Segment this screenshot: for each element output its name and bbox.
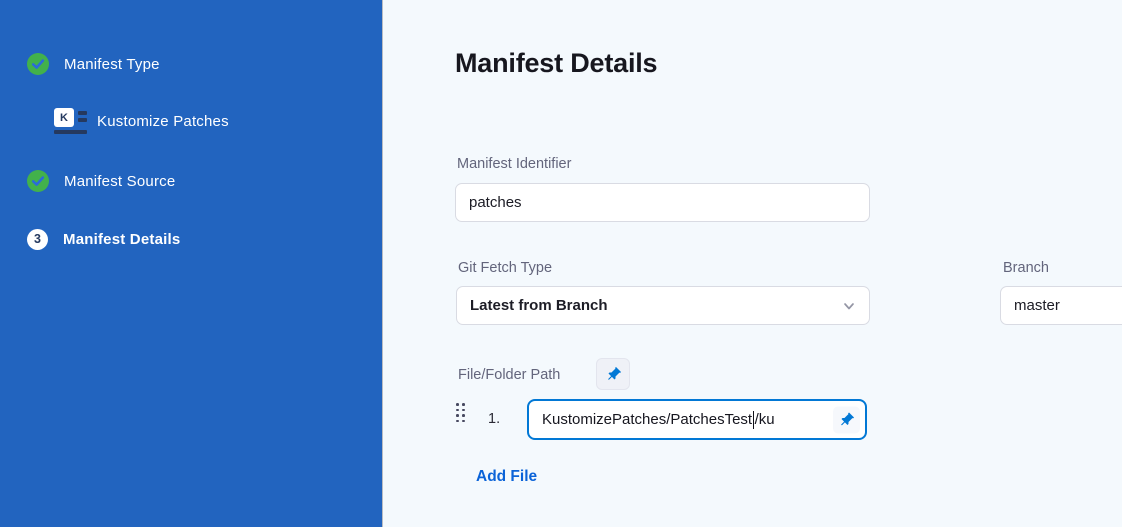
add-file-button[interactable]: Add File	[476, 468, 537, 486]
sidebar-step-manifest-details[interactable]: 3 Manifest Details	[27, 226, 180, 252]
drag-handle-icon[interactable]	[456, 403, 466, 426]
file-path-value-after-caret: /ku	[755, 411, 775, 428]
chevron-down-icon	[842, 299, 856, 313]
check-icon	[27, 53, 49, 75]
runtime-input-pin-button[interactable]	[596, 358, 630, 390]
step-label: Manifest Details	[63, 231, 180, 248]
sidebar-step-manifest-source[interactable]: Manifest Source	[27, 168, 175, 194]
git-fetch-type-value: Latest from Branch	[470, 297, 608, 314]
step-label: Manifest Type	[64, 56, 160, 73]
path-row-index: 1.	[488, 411, 500, 427]
file-path-pin-button[interactable]	[833, 406, 860, 433]
branch-input[interactable]	[1000, 286, 1122, 325]
git-fetch-type-select[interactable]: Latest from Branch	[456, 286, 870, 325]
file-folder-path-label: File/Folder Path	[458, 367, 560, 383]
file-path-value-before-caret: KustomizePatches/PatchesTest	[542, 411, 752, 428]
sidebar-step-kustomize-patches[interactable]: K Kustomize Patches	[54, 107, 229, 135]
manifest-identifier-label: Manifest Identifier	[457, 156, 571, 172]
kustomize-icon: K	[54, 108, 88, 134]
page-title: Manifest Details	[455, 48, 657, 79]
step-number-badge: 3	[27, 229, 48, 250]
manifest-identifier-input[interactable]	[455, 183, 870, 222]
step-label: Kustomize Patches	[97, 113, 229, 130]
sidebar-step-manifest-type[interactable]: Manifest Type	[27, 51, 160, 77]
step-label: Manifest Source	[64, 173, 175, 190]
file-path-input[interactable]: KustomizePatches/PatchesTest/ku	[527, 399, 867, 440]
check-icon	[27, 170, 49, 192]
wizard-sidebar: Manifest Type K Kustomize Patches Manife…	[0, 0, 383, 527]
branch-label: Branch	[1003, 260, 1049, 276]
pin-icon	[601, 362, 625, 386]
pin-icon	[834, 407, 858, 431]
manifest-details-panel: Manifest Details Manifest Identifier Git…	[384, 0, 1122, 527]
git-fetch-type-label: Git Fetch Type	[458, 260, 552, 276]
